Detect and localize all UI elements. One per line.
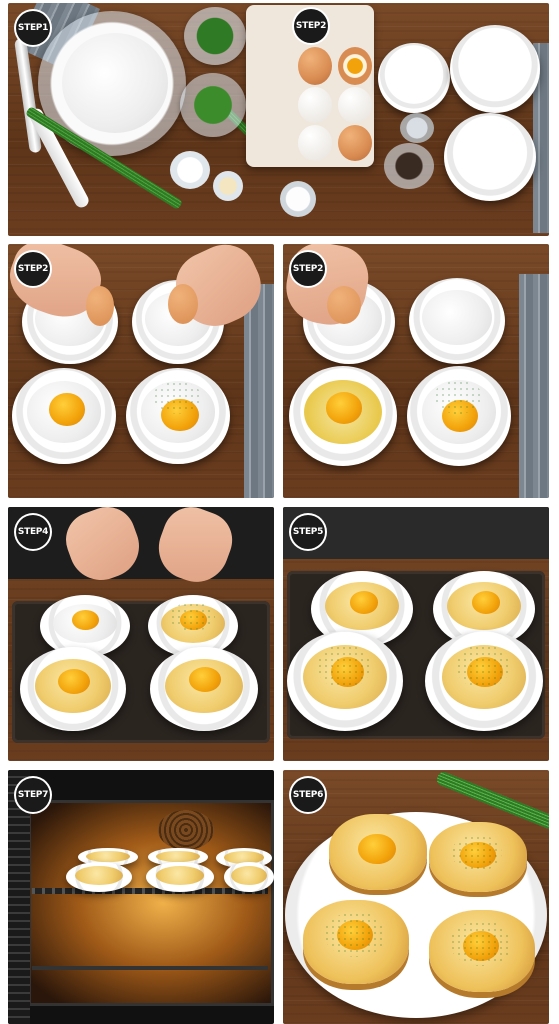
step7-panel: STEP7 (8, 770, 274, 1024)
step2b-panel: STEP2 (283, 244, 549, 498)
white-egg (338, 87, 372, 123)
step6-panel: STEP6 (283, 770, 549, 1024)
salt-bowl (280, 181, 316, 217)
step-badge: STEP2 (294, 9, 328, 43)
white-egg (298, 125, 332, 161)
step4-panel: STEP4 (8, 507, 274, 761)
cheese-ramekin (409, 278, 505, 364)
empty-ramekin (378, 43, 450, 113)
step-badge: STEP2 (16, 252, 50, 286)
baked-souffle (429, 910, 535, 992)
brown-egg (338, 125, 372, 161)
souffle-ramekin (66, 862, 132, 892)
white-egg (298, 87, 332, 123)
pepper-cup (384, 143, 434, 189)
egg-shell (86, 286, 114, 326)
brown-egg (298, 47, 332, 85)
step-badge: STEP5 (291, 515, 325, 549)
cracked-egg (338, 47, 372, 85)
step-badge: STEP2 (291, 252, 325, 286)
egg-ramekin (12, 368, 116, 464)
chopped-chives-bowl (184, 7, 246, 65)
kitchen-towel (244, 284, 274, 498)
water-cup (400, 113, 434, 143)
empty-ramekin (444, 113, 536, 201)
baked-souffle (429, 822, 527, 892)
souffle-ramekin (287, 631, 403, 731)
oven-fan (158, 810, 214, 850)
egg-shell (168, 284, 198, 324)
baked-souffle (303, 900, 409, 984)
chives-bowl (180, 73, 246, 137)
step-badge: STEP4 (16, 515, 50, 549)
step-badge: STEP1 (16, 11, 50, 45)
egg-ramekin (289, 366, 397, 466)
dark-backdrop (8, 507, 274, 579)
souffle-ramekin (150, 647, 258, 731)
oven-rack (32, 888, 268, 894)
kitchen-towel (519, 274, 549, 498)
baked-souffle (329, 814, 427, 890)
oven-rack (32, 966, 268, 970)
souffle-ramekin (146, 862, 214, 892)
souffle-ramekin (20, 647, 126, 731)
step2a-panel: STEP2 (8, 244, 274, 498)
oven-interior (28, 800, 274, 1006)
empty-ramekin (450, 25, 540, 113)
oil-cup (213, 171, 243, 201)
cottage-cheese (62, 33, 168, 133)
step5-panel: STEP5 (283, 507, 549, 761)
souffle-ramekin (425, 631, 543, 731)
step1-panel: STEP1 STEP2 (8, 3, 549, 236)
egg-herb-ramekin (407, 366, 511, 466)
step-badge: STEP6 (291, 778, 325, 812)
egg-herb-ramekin (126, 368, 230, 464)
step-badge: STEP7 (16, 778, 50, 812)
souffle-ramekin (224, 862, 274, 892)
salt-cup (170, 151, 210, 189)
egg-shell (327, 286, 361, 324)
